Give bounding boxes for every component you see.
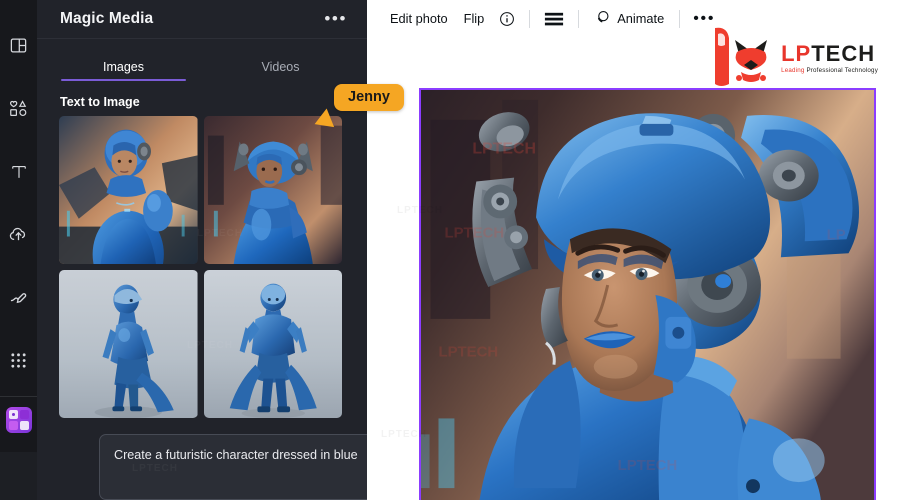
svg-text:LPTECH: LPTECH [472,141,536,158]
selected-image-frame[interactable]: LPTECH LPTECH LPTECH LPTECH LP [419,88,876,500]
rail-divider [0,396,37,397]
editor-toolbar: Edit photo Flip Animate ••• [367,0,900,37]
panel-header: Magic Media ••• [37,0,367,39]
sidebar-item-text[interactable] [0,140,37,203]
animate-label: Animate [617,11,665,26]
result-thumbnail[interactable] [203,270,342,418]
app-root: Magic Media ••• Images Videos Text to Im… [0,0,900,500]
panel-more-button[interactable]: ••• [322,10,349,28]
results-grid [37,116,367,418]
sidebar-item-magic-media[interactable] [5,407,32,433]
svg-text:LPTECH: LPTECH [444,224,504,241]
prompt-input[interactable]: Create a futuristic character dressed in… [99,434,367,500]
animate-icon [594,9,611,29]
prompt-value: Create a futuristic character dressed in… [114,448,358,462]
panel-title: Magic Media [60,10,154,27]
cloud-upload-icon [8,224,29,245]
toolbar-divider [529,9,531,28]
apps-grid-icon [10,352,27,369]
animate-button[interactable]: Animate [586,5,672,33]
sidebar-item-design[interactable] [0,14,37,77]
result-thumbnail[interactable] [59,116,198,264]
magic-media-panel: Magic Media ••• Images Videos Text to Im… [37,0,367,500]
panel-tabs: Images Videos [37,43,367,81]
sidebar-item-draw[interactable] [0,266,37,329]
result-thumbnail[interactable] [203,116,342,264]
sidebar-item-uploads[interactable] [0,203,37,266]
toolbar-divider [578,9,580,28]
info-icon[interactable] [492,7,522,31]
tab-videos[interactable]: Videos [202,43,359,81]
result-thumbnail[interactable] [59,270,198,418]
elements-icon [8,98,29,119]
section-text-to-image-label: Text to Image [60,95,140,109]
position-icon[interactable] [537,7,571,31]
toolbar-more-button[interactable]: ••• [687,10,721,26]
sidebar-item-elements[interactable] [0,77,37,140]
draw-pen-icon [8,287,29,308]
text-icon [9,162,29,182]
tab-images[interactable]: Images [45,43,202,81]
svg-text:LP: LP [827,226,846,243]
jenny-callout-badge: Jenny [334,84,404,111]
canvas-image: LPTECH LPTECH LPTECH LPTECH LP [421,90,874,500]
toolbar-divider [679,9,681,28]
design-icon [9,36,28,55]
flip-button[interactable]: Flip [456,6,493,31]
canvas-area: LPTECH LPTECH LPTECH LPTECH LP LPTECH LP… [367,37,900,500]
svg-text:LPTECH: LPTECH [618,457,678,474]
sidebar-item-apps[interactable] [0,329,37,392]
svg-text:LPTECH: LPTECH [439,344,499,361]
editor-main: Edit photo Flip Animate ••• LPTECH LPTEC… [367,0,900,500]
edit-photo-button[interactable]: Edit photo [382,6,456,31]
left-icon-rail [0,0,44,500]
